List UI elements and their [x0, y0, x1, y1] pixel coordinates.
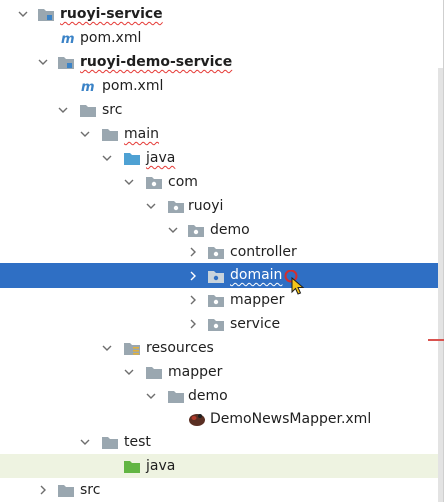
tree-node-mapper-folder[interactable]: mapper: [0, 360, 444, 384]
tree-node-label: pom.xml: [102, 78, 164, 94]
tree-node-mapper[interactable]: mapper: [0, 288, 444, 312]
tree-node-demo[interactable]: demo: [0, 218, 444, 242]
folder-icon: [80, 103, 96, 117]
tree-node-pom-xml[interactable]: m pom.xml: [0, 26, 444, 50]
chevron-down-icon[interactable]: [18, 9, 28, 19]
folder-icon: [168, 389, 184, 403]
chevron-right-icon[interactable]: [188, 295, 198, 305]
folder-icon: [146, 365, 162, 379]
svg-text:m: m: [81, 80, 95, 93]
module-folder-icon: [38, 7, 54, 21]
chevron-right-icon[interactable]: [188, 247, 198, 257]
tree-node-demo-folder[interactable]: demo: [0, 384, 444, 408]
folder-icon: [58, 483, 74, 497]
tree-node-label: demo: [188, 388, 228, 404]
chevron-down-icon[interactable]: [146, 201, 156, 211]
source-root-folder-icon: [124, 151, 140, 165]
tree-node-java[interactable]: java: [0, 146, 444, 170]
package-icon: [168, 199, 184, 213]
folder-icon: [102, 127, 118, 141]
tree-node-label: ruoyi-demo-service: [80, 54, 233, 70]
maven-icon: m: [60, 31, 76, 45]
chevron-down-icon[interactable]: [168, 225, 178, 235]
mybatis-xml-icon: [188, 411, 205, 426]
tree-node-src-collapsed[interactable]: src: [0, 478, 444, 502]
tree-node-src[interactable]: src: [0, 98, 444, 122]
chevron-down-icon[interactable]: [124, 367, 134, 377]
tree-node-label: test: [124, 434, 151, 450]
chevron-right-icon[interactable]: [188, 271, 198, 281]
tree-node-label: service: [230, 316, 281, 332]
chevron-down-icon[interactable]: [146, 391, 156, 401]
tree-node-com[interactable]: com: [0, 170, 444, 194]
chevron-down-icon[interactable]: [80, 437, 90, 447]
chevron-down-icon[interactable]: [80, 129, 90, 139]
tree-node-label: pom.xml: [80, 30, 142, 46]
tree-node-domain[interactable]: domain: [0, 263, 444, 288]
tree-node-label: src: [80, 482, 101, 498]
tree-node-label: main: [124, 126, 159, 142]
chevron-down-icon[interactable]: [102, 153, 112, 163]
tree-node-label: src: [102, 102, 123, 118]
project-tree: ruoyi-service m pom.xml ruoyi-demo-servi…: [0, 0, 444, 502]
tree-node-label: demo: [210, 222, 250, 238]
tree-node-label: ruoyi: [188, 198, 224, 214]
tree-node-label: mapper: [168, 364, 223, 380]
tree-node-label: controller: [230, 244, 297, 260]
tree-node-label: domain: [230, 267, 283, 283]
error-stripe-marker: [428, 339, 444, 341]
package-icon: [208, 245, 224, 259]
tree-node-test[interactable]: test: [0, 430, 444, 454]
svg-text:m: m: [61, 32, 75, 45]
tree-node-label: java: [146, 458, 176, 474]
folder-icon: [102, 435, 118, 449]
maven-icon: m: [80, 79, 96, 93]
chevron-right-icon[interactable]: [188, 319, 198, 329]
tree-node-ruoyi-demo-service[interactable]: ruoyi-demo-service: [0, 50, 444, 74]
chevron-down-icon[interactable]: [124, 177, 134, 187]
tree-node-pom-xml[interactable]: m pom.xml: [0, 74, 444, 98]
chevron-down-icon[interactable]: [38, 57, 48, 67]
tree-node-main[interactable]: main: [0, 122, 444, 146]
package-icon: [146, 175, 162, 189]
package-icon: [208, 269, 224, 283]
package-icon: [208, 293, 224, 307]
tree-node-ruoyi[interactable]: ruoyi: [0, 194, 444, 218]
chevron-right-icon[interactable]: [38, 485, 48, 495]
test-source-folder-icon: [124, 459, 140, 473]
tree-node-label: java: [146, 150, 176, 166]
tree-node-label: DemoNewsMapper.xml: [210, 411, 372, 427]
package-icon: [188, 223, 204, 237]
tree-node-ruoyi-service[interactable]: ruoyi-service: [0, 2, 444, 26]
tree-node-demonewsmapper-xml[interactable]: DemoNewsMapper.xml: [0, 407, 444, 431]
tree-node-label: ruoyi-service: [60, 6, 163, 22]
resources-folder-icon: [124, 341, 140, 355]
module-folder-icon: [58, 55, 74, 69]
chevron-down-icon[interactable]: [102, 343, 112, 353]
tree-node-label: resources: [146, 340, 214, 356]
tree-node-test-java[interactable]: java: [0, 454, 444, 478]
tree-node-label: com: [168, 174, 198, 190]
tree-node-service[interactable]: service: [0, 312, 444, 336]
tree-node-label: mapper: [230, 292, 285, 308]
tree-node-resources[interactable]: resources: [0, 336, 444, 360]
mouse-pointer-icon: [284, 269, 308, 296]
package-icon: [208, 317, 224, 331]
chevron-down-icon[interactable]: [58, 105, 68, 115]
tree-node-controller[interactable]: controller: [0, 240, 444, 264]
